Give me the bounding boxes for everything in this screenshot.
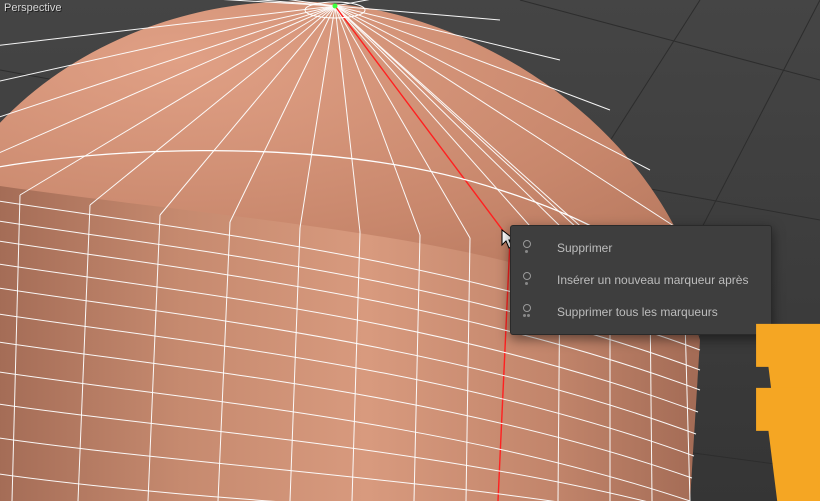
trash-icon — [525, 302, 551, 322]
context-menu: Supprimer Insérer un nouveau marqueur ap… — [510, 225, 772, 335]
insert-plus-icon — [525, 270, 551, 290]
viewport-3d[interactable]: Perspective Supprimer — [0, 0, 820, 501]
trash-icon — [525, 238, 551, 258]
menu-item-delete[interactable]: Supprimer — [511, 232, 771, 264]
viewport-label: Perspective — [4, 2, 61, 14]
